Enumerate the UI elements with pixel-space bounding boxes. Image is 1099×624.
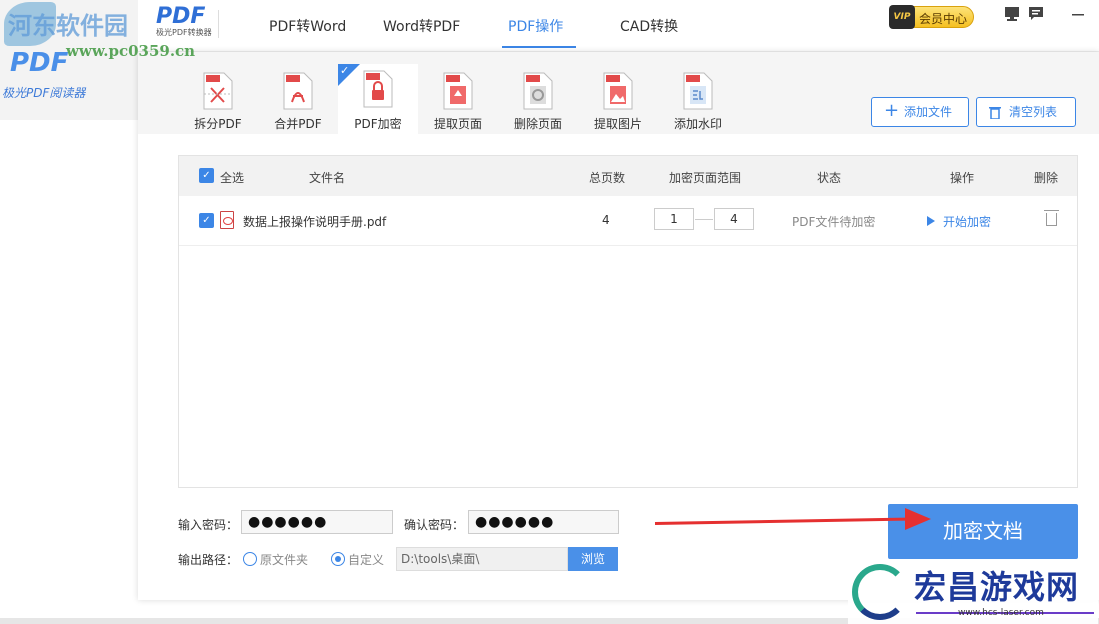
extract-page-icon	[443, 72, 473, 110]
tab-cad-convert[interactable]: CAD转换	[620, 16, 678, 36]
add-file-button[interactable]: + 添加文件	[871, 97, 969, 127]
tool-extract-page[interactable]: 提取页面	[418, 68, 498, 134]
pdf-file-icon	[220, 211, 234, 229]
file-table: ✓ 全选 文件名 总页数 加密页面范围 状态 操作 删除 ✓ 数据上报操作说明手…	[178, 155, 1078, 488]
row-filename: 数据上报操作说明手册.pdf	[243, 215, 387, 229]
delete-page-icon	[523, 72, 553, 110]
background-app-sidebar: 河东软件园 PDF 极光PDF阅读器	[0, 0, 140, 120]
add-watermark-icon	[683, 72, 713, 110]
custom-label[interactable]: 自定义	[348, 551, 384, 568]
header-status: 状态	[817, 171, 842, 185]
encrypt-pdf-icon	[363, 70, 393, 108]
password-label: 输入密码：	[178, 518, 239, 532]
split-pdf-icon	[203, 72, 233, 110]
tool-add-watermark[interactable]: 添加水印	[658, 68, 738, 134]
divider	[218, 10, 219, 38]
browse-button[interactable]: 浏览	[568, 547, 618, 571]
trash-icon[interactable]	[1044, 210, 1059, 226]
tool-label: 删除页面	[513, 117, 562, 131]
row-checkbox[interactable]: ✓	[199, 213, 214, 228]
tool-delete-page[interactable]: 删除页面	[498, 68, 578, 134]
confirm-password-input[interactable]: ●●●●●●	[468, 510, 619, 534]
tool-label: 提取图片	[593, 117, 642, 131]
tab-pdf-to-word[interactable]: PDF转Word	[269, 16, 346, 36]
tool-label: 添加水印	[673, 117, 722, 131]
original-folder-label[interactable]: 原文件夹	[260, 551, 308, 568]
watermark-game-title: 宏昌游戏网	[914, 568, 1080, 606]
tab-word-to-pdf[interactable]: Word转PDF	[383, 16, 460, 36]
tool-label: 合并PDF	[274, 117, 322, 131]
clear-list-button[interactable]: 清空列表	[976, 97, 1076, 127]
output-path-input[interactable]: D:\tools\桌面\	[396, 547, 568, 571]
header-action: 操作	[950, 171, 975, 185]
row-total-pages: 4	[602, 213, 610, 227]
tool-extract-image[interactable]: 提取图片	[578, 68, 658, 134]
brand-subtitle: 极光PDF转换器	[156, 28, 212, 37]
trash-icon	[989, 107, 1001, 119]
tool-label: 提取页面	[433, 117, 482, 131]
watermark-game-url: www.hcs-laser.com	[958, 608, 1044, 618]
pdf-operations-panel: 拆分PDF 合并PDF ✓ PDF加密 提取页面 删除页面 提取图片 添加水印 …	[138, 52, 1099, 600]
tool-merge-pdf[interactable]: 合并PDF	[258, 68, 338, 134]
range-to-input[interactable]: 4	[714, 208, 754, 230]
monitor-icon[interactable]	[1004, 6, 1020, 22]
tab-pdf-operations[interactable]: PDF操作	[508, 16, 563, 36]
play-icon[interactable]	[927, 216, 935, 226]
password-input[interactable]: ●●●●●●	[241, 510, 393, 534]
tool-label: PDF加密	[354, 117, 402, 131]
merge-pdf-icon	[283, 72, 313, 110]
screen: 河东软件园 PDF 极光PDF阅读器 www.pc0359.cn PDF 极光P…	[0, 0, 1099, 624]
vip-center-label: 会员中心	[919, 12, 968, 26]
header-delete: 删除	[1034, 171, 1059, 185]
minimize-icon[interactable]	[1070, 6, 1086, 22]
annotation-arrow-head	[905, 508, 931, 530]
select-all-checkbox[interactable]: ✓	[199, 168, 214, 183]
brand-logo-text: PDF	[156, 4, 206, 29]
start-encrypt-link[interactable]: 开始加密	[943, 213, 991, 230]
table-header: ✓ 全选 文件名 总页数 加密页面范围 状态 操作 删除	[179, 156, 1077, 196]
plus-icon: +	[884, 100, 900, 121]
table-row: ✓ 数据上报操作说明手册.pdf 4 1 4 PDF文件待加密 开始加密	[179, 196, 1077, 246]
background-app-logo: PDF	[10, 48, 69, 78]
header-range: 加密页面范围	[669, 171, 742, 185]
header-total-pages: 总页数	[589, 171, 626, 185]
header-select-all[interactable]: 全选	[220, 169, 244, 186]
message-icon[interactable]	[1028, 6, 1044, 22]
vip-badge-icon: VIP	[889, 5, 915, 29]
row-status: PDF文件待加密	[792, 215, 876, 229]
tool-encrypt-pdf[interactable]: ✓ PDF加密	[338, 64, 418, 134]
tool-split-pdf[interactable]: 拆分PDF	[178, 68, 258, 134]
range-separator	[695, 219, 713, 220]
output-path-label: 输出路径：	[178, 553, 239, 567]
confirm-password-label: 确认密码：	[404, 518, 465, 532]
check-icon: ✓	[340, 64, 350, 77]
watermark-site-url: www.pc0359.cn	[66, 42, 196, 60]
tool-strip: 拆分PDF 合并PDF ✓ PDF加密 提取页面 删除页面 提取图片 添加水印 …	[138, 52, 1099, 134]
add-file-label: 添加文件	[904, 105, 953, 119]
watermark-game-site: 宏昌游戏网 www.hcs-laser.com	[848, 560, 1098, 624]
header-filename: 文件名	[309, 171, 346, 185]
vip-center-button[interactable]: VIP 会员中心	[889, 5, 974, 29]
extract-image-icon	[603, 72, 633, 110]
watermark-site-name: 河东软件园	[8, 12, 128, 40]
active-tab-indicator	[502, 46, 576, 48]
range-from-input[interactable]: 1	[654, 208, 694, 230]
tool-label: 拆分PDF	[194, 117, 242, 131]
background-app-title: 极光PDF阅读器	[2, 86, 86, 100]
clear-list-label: 清空列表	[1009, 105, 1058, 119]
watermark-swirl-logo	[852, 564, 908, 620]
radio-original-folder[interactable]	[243, 552, 257, 566]
radio-custom[interactable]	[331, 552, 345, 566]
brand-logo: PDF 极光PDF转换器	[156, 4, 216, 46]
top-navigation-bar: PDF 极光PDF转换器 PDF转Word Word转PDF PDF操作 CAD…	[138, 0, 1099, 52]
